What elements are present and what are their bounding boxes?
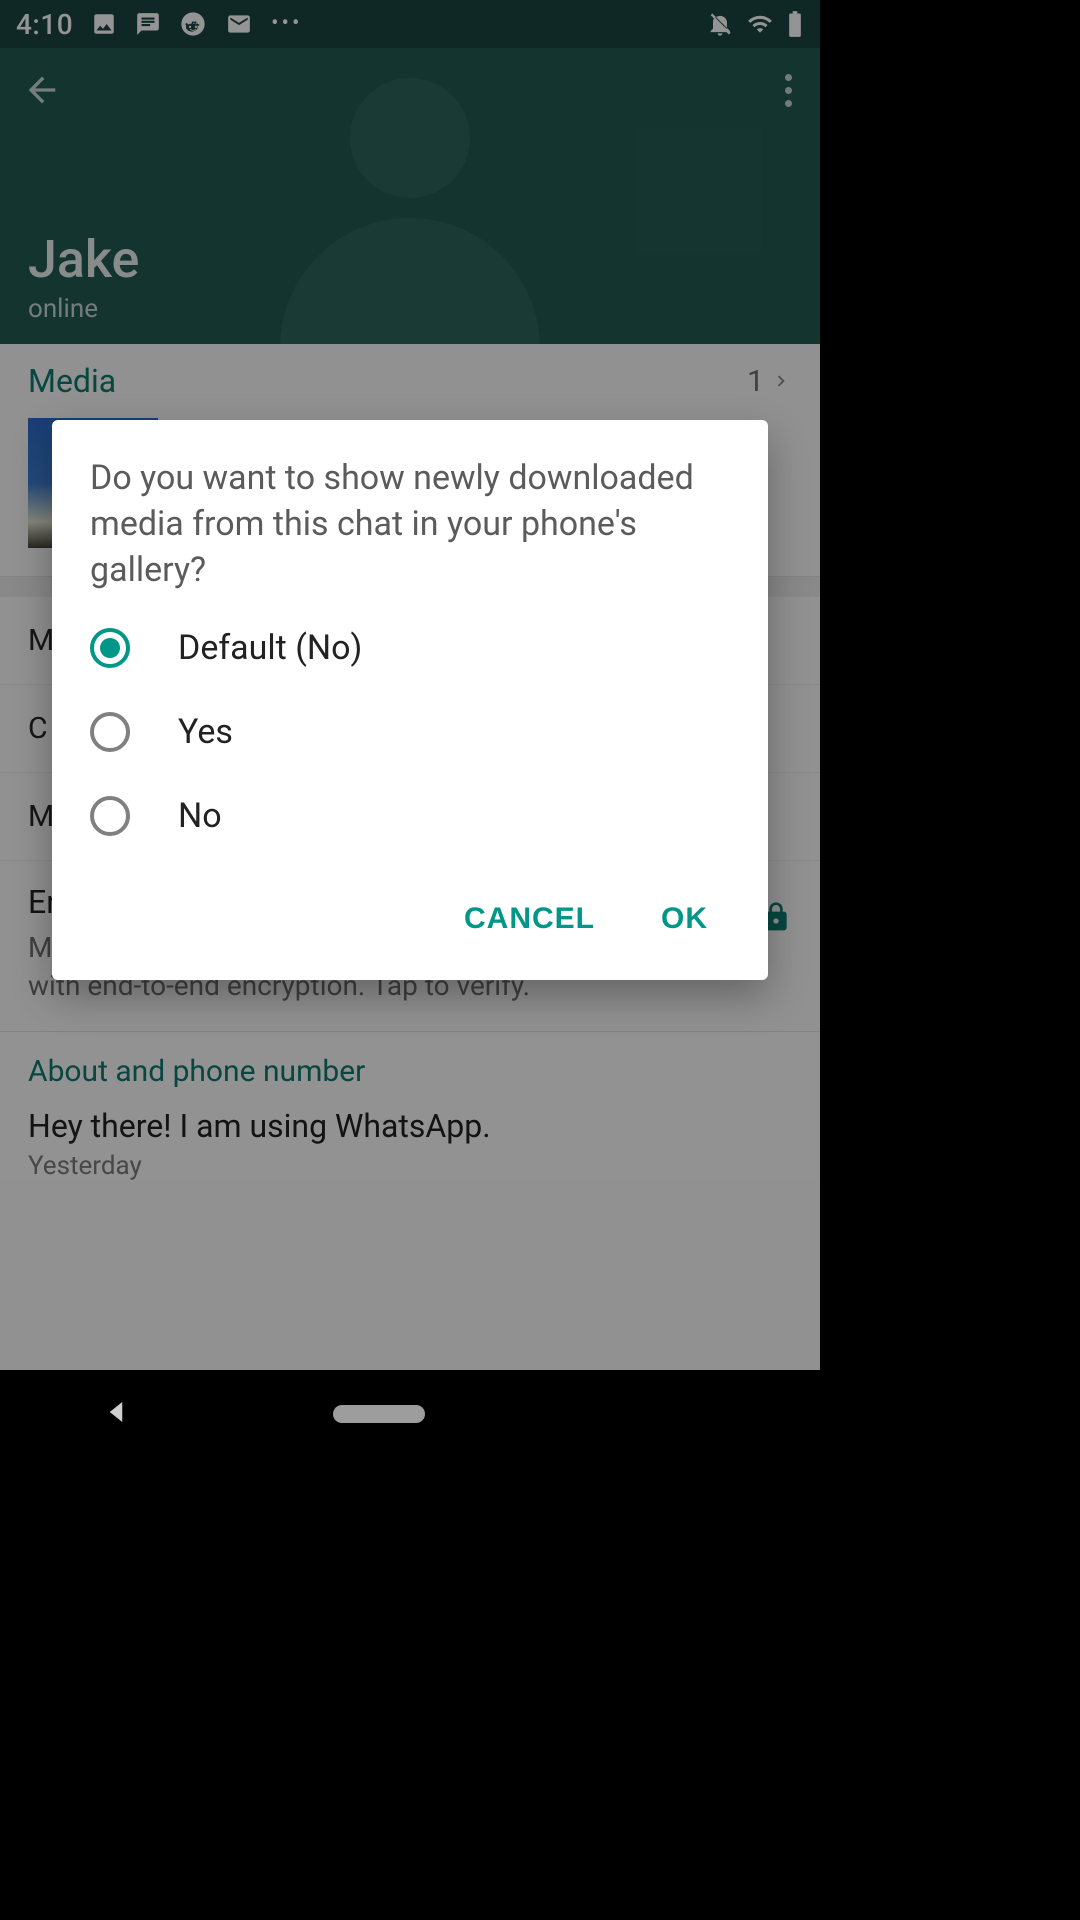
screen: 4:10 ••• Jake online [0, 0, 820, 1458]
nav-back-button[interactable] [101, 1397, 131, 1431]
radio-selected-icon [90, 628, 130, 668]
nav-home-pill[interactable] [333, 1405, 425, 1423]
media-visibility-dialog: Do you want to show newly downloaded med… [52, 420, 768, 980]
option-label: Yes [178, 712, 233, 752]
option-label: Default (No) [178, 628, 362, 668]
option-no[interactable]: No [90, 796, 730, 836]
dialog-options: Default (No) Yes No [90, 628, 730, 836]
system-nav-bar [0, 1370, 820, 1458]
dialog-actions: CANCEL OK [90, 892, 730, 962]
radio-unselected-icon [90, 796, 130, 836]
option-yes[interactable]: Yes [90, 712, 730, 752]
radio-unselected-icon [90, 712, 130, 752]
ok-button[interactable]: OK [649, 892, 720, 946]
dialog-title: Do you want to show newly downloaded med… [90, 456, 730, 594]
option-label: No [178, 796, 222, 836]
cancel-button[interactable]: CANCEL [452, 892, 607, 946]
option-default[interactable]: Default (No) [90, 628, 730, 668]
